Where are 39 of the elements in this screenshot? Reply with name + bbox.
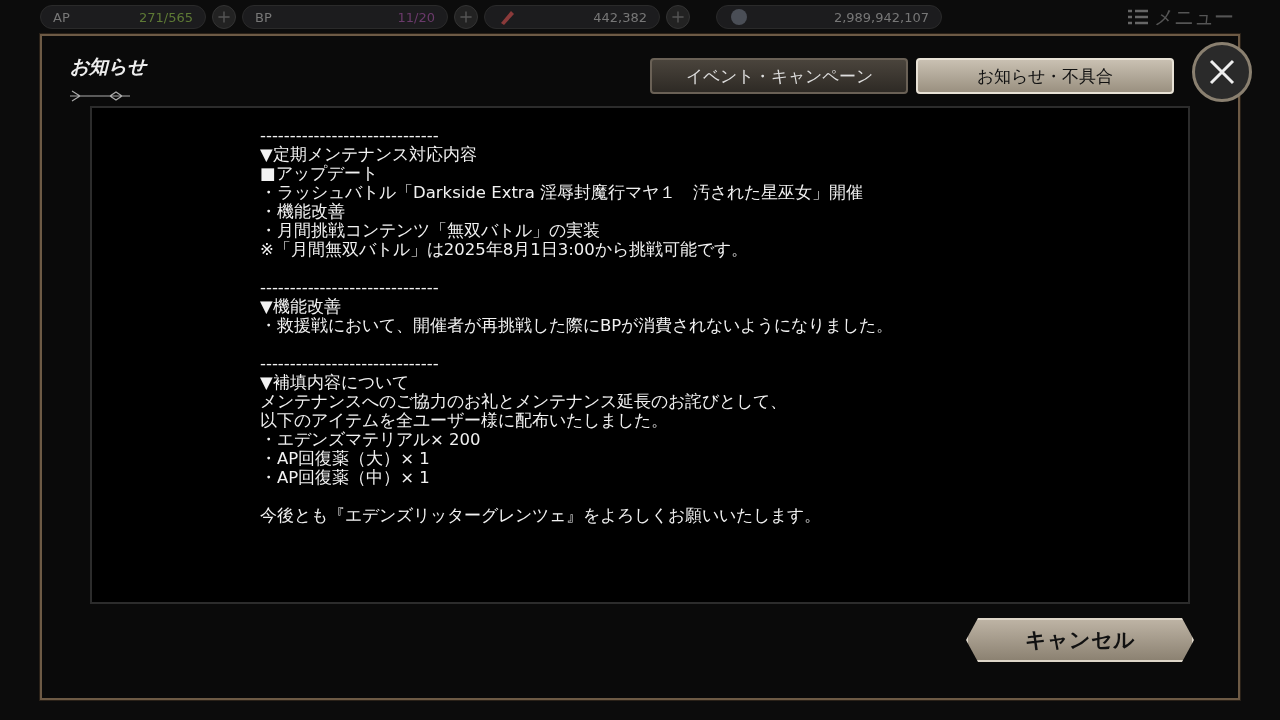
plus-button[interactable] [212,5,236,29]
dialog-title: お知らせ [70,54,146,79]
plus-icon [217,10,231,24]
stat-value: 2,989,942,107 [833,9,929,25]
ornament-icon [70,90,130,102]
plus-button[interactable] [666,5,690,29]
notice-text: ・AP回復薬（大）× 1 [260,449,431,468]
coin-icon [729,7,749,27]
notice-text: ------------------------------ [260,126,440,145]
plus-icon [459,10,473,24]
close-button[interactable] [1192,42,1252,102]
tab[interactable]: イベント・キャンペーン [650,58,908,94]
notice-text: ・月間挑戦コンテンツ「無双バトル」の実装 [260,221,601,240]
stat-value: 11/20 [397,9,435,25]
plus-icon [671,10,685,24]
plus-button[interactable] [454,5,478,29]
stat-value: 271/565 [139,9,193,25]
notice-text: ------------------------------ [260,354,440,373]
notice-text: ・機能改善 [260,202,346,221]
stat-label: BP [255,9,272,25]
notice-text: ・救援戦において、開催者が再挑戦した際にBPが消費されないようになりました。 [260,316,894,335]
cancel-button[interactable]: キャンセル [966,618,1194,662]
stat-label: AP [53,9,70,25]
tab[interactable]: お知らせ・不具合 [916,58,1174,94]
notice-text: ・AP回復薬（中）× 1 [260,468,431,487]
stat-value: 442,382 [593,9,647,25]
menu-icon [1128,9,1148,25]
notice-text: ▼補填内容について [260,373,410,392]
notice-text: メンテナンスへのご協力のお礼とメンテナンス延長のお詫びとして、 [260,392,788,411]
notice-text: ▼定期メンテナンス対応内容 [260,145,478,164]
notice-text: ※「月間無双バトル」は2025年8月1日3:00から挑戦可能です。 [260,240,749,259]
notice-text: ■アップデート [260,164,379,183]
notice-text: 今後とも『エデンズリッターグレンツェ』をよろしくお願いいたします。 [260,506,822,525]
close-icon [1207,57,1237,87]
notice-text: 以下のアイテムを全ユーザー様に配布いたしました。 [260,411,669,430]
notice-text: ・エデンズマテリアル× 200 [260,430,482,449]
notice-text: ・ラッシュバトル「Darkside Extra 淫辱封魔行マヤ１ 汚された星巫女」開催 [260,183,864,202]
notice-text: ▼機能改善 [260,297,342,316]
notice-text: ------------------------------ [260,278,440,297]
